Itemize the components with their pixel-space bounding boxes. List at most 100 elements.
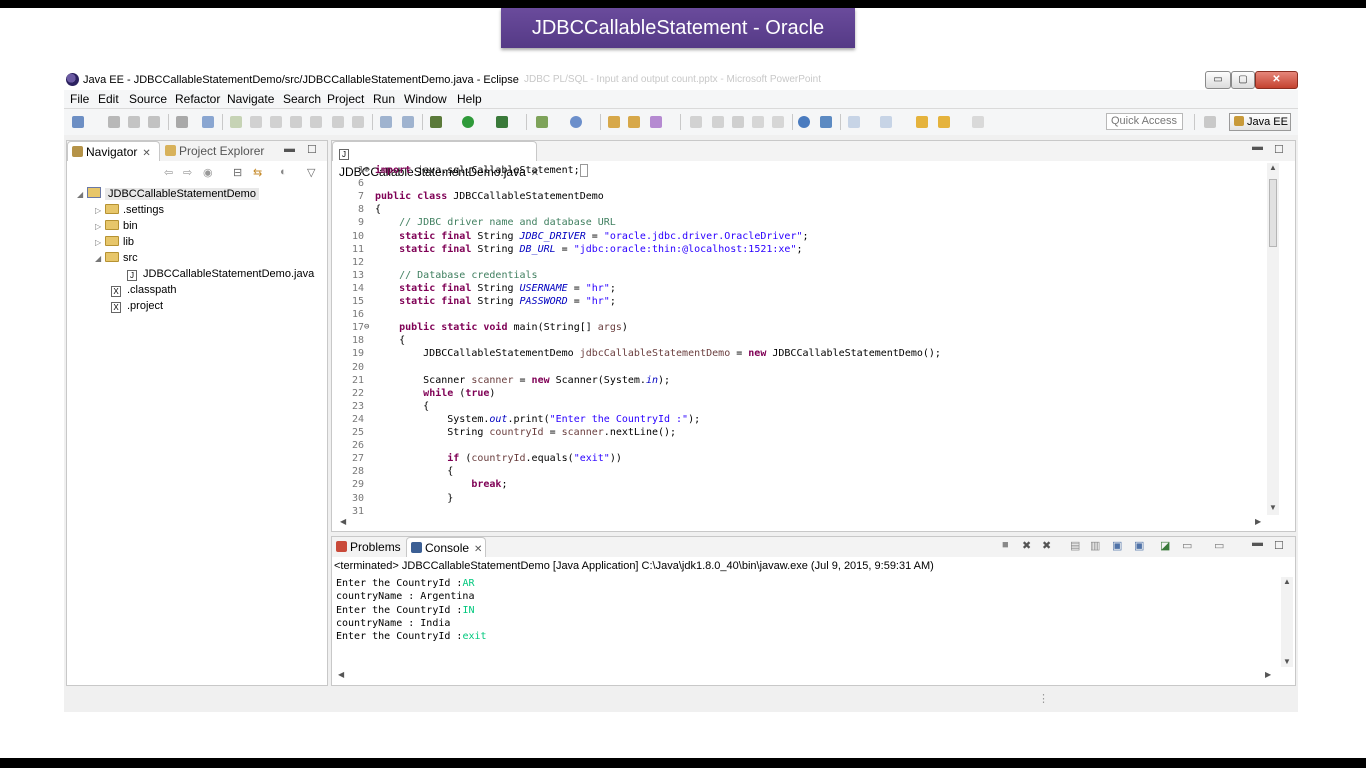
- menu-file[interactable]: File: [70, 92, 89, 106]
- new-icon[interactable]: [72, 116, 84, 128]
- tree-item-project-file[interactable]: X .project: [111, 299, 163, 314]
- suspend-icon[interactable]: [250, 116, 262, 128]
- remove-launch-icon[interactable]: ✖: [1022, 539, 1031, 552]
- menu-navigate[interactable]: Navigate: [227, 92, 274, 106]
- disconnect-icon[interactable]: [290, 116, 302, 128]
- code-editor[interactable]: 1 ⊕ import java.sql.CallableStatement; 67p…: [332, 162, 1262, 514]
- drop-to-frame-icon[interactable]: [380, 116, 392, 128]
- up-nav-icon[interactable]: ◉: [203, 166, 213, 179]
- save-icon[interactable]: [108, 116, 120, 128]
- scroll-down-icon[interactable]: ▼: [1269, 503, 1277, 512]
- run-icon[interactable]: [462, 116, 474, 128]
- scroll-up-icon[interactable]: ▲: [1269, 163, 1277, 172]
- menu-refactor[interactable]: Refactor: [175, 92, 220, 106]
- scroll-right-icon[interactable]: ▶: [1255, 517, 1261, 526]
- new-java-project-icon[interactable]: [536, 116, 548, 128]
- forward-icon[interactable]: [972, 116, 984, 128]
- next-annotation-icon[interactable]: [848, 116, 860, 128]
- back-icon[interactable]: [938, 116, 950, 128]
- toggle-mark-occurrences-icon[interactable]: [690, 116, 702, 128]
- show-whitespace-icon[interactable]: [732, 116, 744, 128]
- maximize-view-icon[interactable]: ☐: [307, 143, 317, 156]
- expand-fold-icon[interactable]: ⊕: [364, 164, 369, 177]
- step-return-icon[interactable]: [352, 116, 364, 128]
- toggle-breadcrumb-icon[interactable]: [752, 116, 764, 128]
- forward-nav-icon[interactable]: ⇨: [183, 166, 192, 179]
- debug-icon[interactable]: [430, 116, 442, 128]
- open-perspective-icon[interactable]: [1204, 116, 1216, 128]
- tree-item-src[interactable]: ◢ src: [95, 251, 138, 266]
- show-source-icon[interactable]: [772, 116, 784, 128]
- link-with-editor-icon[interactable]: ⇆: [253, 166, 262, 179]
- menu-window[interactable]: Window: [404, 92, 447, 106]
- use-step-filters-icon[interactable]: [402, 116, 414, 128]
- tree-item-classpath[interactable]: X .classpath: [111, 283, 177, 298]
- pin-editor-icon[interactable]: [820, 116, 832, 128]
- show-on-output-icon[interactable]: ▣: [1112, 539, 1122, 552]
- scroll-left-icon[interactable]: ◀: [340, 517, 346, 526]
- close-tab-icon[interactable]: ✕: [474, 544, 482, 555]
- last-edit-location-icon[interactable]: [916, 116, 928, 128]
- menu-edit[interactable]: Edit: [98, 92, 119, 106]
- toggle-block-selection-icon[interactable]: [712, 116, 724, 128]
- tab-problems[interactable]: Problems: [336, 537, 401, 557]
- scroll-right-icon[interactable]: ▶: [1265, 670, 1271, 679]
- new-java-class-icon[interactable]: [570, 116, 582, 128]
- console-vertical-scrollbar[interactable]: ▲ ▼: [1281, 577, 1293, 667]
- minimize-view-icon[interactable]: ▬: [1252, 537, 1263, 549]
- web-browser-icon[interactable]: [798, 116, 810, 128]
- clear-console-icon[interactable]: ▤: [1070, 539, 1080, 552]
- scrollbar-thumb[interactable]: [1269, 179, 1277, 247]
- maximize-window-button[interactable]: ▢: [1231, 71, 1255, 89]
- java-ee-perspective-button[interactable]: Java EE: [1229, 113, 1291, 131]
- open-task-icon[interactable]: [628, 116, 640, 128]
- tree-item-bin[interactable]: ▷ bin: [95, 219, 138, 234]
- expand-arrow-icon[interactable]: ◢: [77, 187, 87, 202]
- open-type-icon[interactable]: [608, 116, 620, 128]
- collapse-arrow-icon[interactable]: ▷: [95, 235, 105, 250]
- focus-icon[interactable]: ◐: [280, 166, 287, 178]
- menu-project[interactable]: Project: [327, 92, 364, 106]
- expand-arrow-icon[interactable]: ◢: [95, 251, 105, 266]
- terminate-console-icon[interactable]: ■: [1002, 539, 1009, 551]
- tab-console[interactable]: Console ✕: [406, 537, 486, 557]
- menu-source[interactable]: Source: [129, 92, 167, 106]
- tree-item-lib[interactable]: ▷ lib: [95, 235, 134, 250]
- maximize-view-icon[interactable]: ☐: [1274, 143, 1284, 156]
- resume-icon[interactable]: [230, 116, 242, 128]
- menu-search[interactable]: Search: [283, 92, 321, 106]
- menu-help[interactable]: Help: [457, 92, 482, 106]
- menu-run[interactable]: Run: [373, 92, 395, 106]
- pin-console-icon[interactable]: ◪: [1160, 539, 1170, 552]
- console-output[interactable]: Enter the CountryId :AR countryName : Ar…: [336, 577, 487, 643]
- save-all-icon[interactable]: [128, 116, 140, 128]
- close-tab-icon[interactable]: ✕: [142, 148, 150, 159]
- close-window-button[interactable]: ✕: [1255, 71, 1298, 89]
- scroll-up-icon[interactable]: ▲: [1283, 577, 1291, 586]
- maximize-view-icon[interactable]: ☐: [1274, 539, 1284, 552]
- minimize-view-icon[interactable]: ▬: [1252, 141, 1263, 153]
- tab-navigator[interactable]: Navigator ✕: [67, 141, 160, 161]
- collapse-arrow-icon[interactable]: ▷: [95, 203, 105, 218]
- skip-breakpoints-icon[interactable]: [202, 116, 214, 128]
- print-icon[interactable]: [148, 116, 160, 128]
- binary-icon[interactable]: [176, 116, 188, 128]
- previous-annotation-icon[interactable]: [880, 116, 892, 128]
- minimize-window-button[interactable]: ▭: [1205, 71, 1231, 89]
- tab-project-explorer[interactable]: Project Explorer: [165, 141, 264, 161]
- tree-item-java-file[interactable]: J JDBCCallableStatementDemo.java: [127, 267, 314, 282]
- quick-access-input[interactable]: Quick Access: [1106, 113, 1183, 130]
- tree-item-project[interactable]: ◢ JDBCCallableStatementDemo: [77, 187, 259, 202]
- tree-item-settings[interactable]: ▷ .settings: [95, 203, 164, 218]
- scroll-left-icon[interactable]: ◀: [338, 670, 344, 679]
- show-on-error-icon[interactable]: ▣: [1134, 539, 1144, 552]
- editor-vertical-scrollbar[interactable]: ▲ ▼: [1267, 163, 1279, 515]
- scroll-lock-icon[interactable]: ▥: [1090, 539, 1100, 552]
- remove-all-terminated-icon[interactable]: ✖: [1042, 539, 1051, 552]
- step-into-icon[interactable]: [310, 116, 322, 128]
- tab-java-file[interactable]: JJDBCCallableStatementDemo.java ✕: [332, 141, 539, 179]
- terminate-icon[interactable]: [270, 116, 282, 128]
- collapse-all-icon[interactable]: ⊟: [233, 166, 242, 179]
- back-nav-icon[interactable]: ⇦: [164, 166, 173, 179]
- scroll-down-icon[interactable]: ▼: [1283, 657, 1291, 666]
